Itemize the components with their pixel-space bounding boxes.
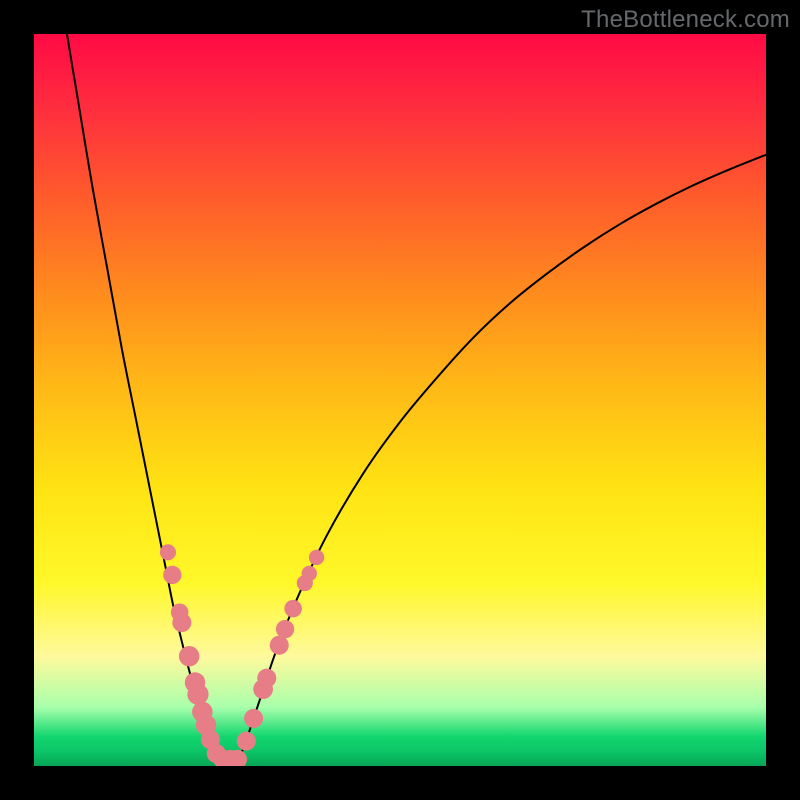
curve-left <box>67 34 221 759</box>
scatter-point <box>244 709 263 728</box>
scatter-point <box>309 550 324 565</box>
scatter-point <box>284 600 302 618</box>
scatter-point <box>257 669 276 688</box>
scatter-point <box>179 646 200 667</box>
chart-plot-area <box>34 34 766 766</box>
scatter-point <box>160 544 176 560</box>
watermark-text: TheBottleneck.com <box>581 6 790 34</box>
scatter-point <box>270 636 289 655</box>
chart-svg <box>34 34 766 766</box>
scatter-point <box>237 732 256 751</box>
scatter-point <box>172 613 191 632</box>
scatter-point <box>276 620 294 638</box>
scatter-point <box>187 684 208 705</box>
curve-right <box>239 155 766 759</box>
chart-frame: TheBottleneck.com <box>0 0 800 800</box>
scatter-point <box>163 566 181 584</box>
scatter-point <box>302 566 317 581</box>
scatter-markers <box>160 544 324 766</box>
